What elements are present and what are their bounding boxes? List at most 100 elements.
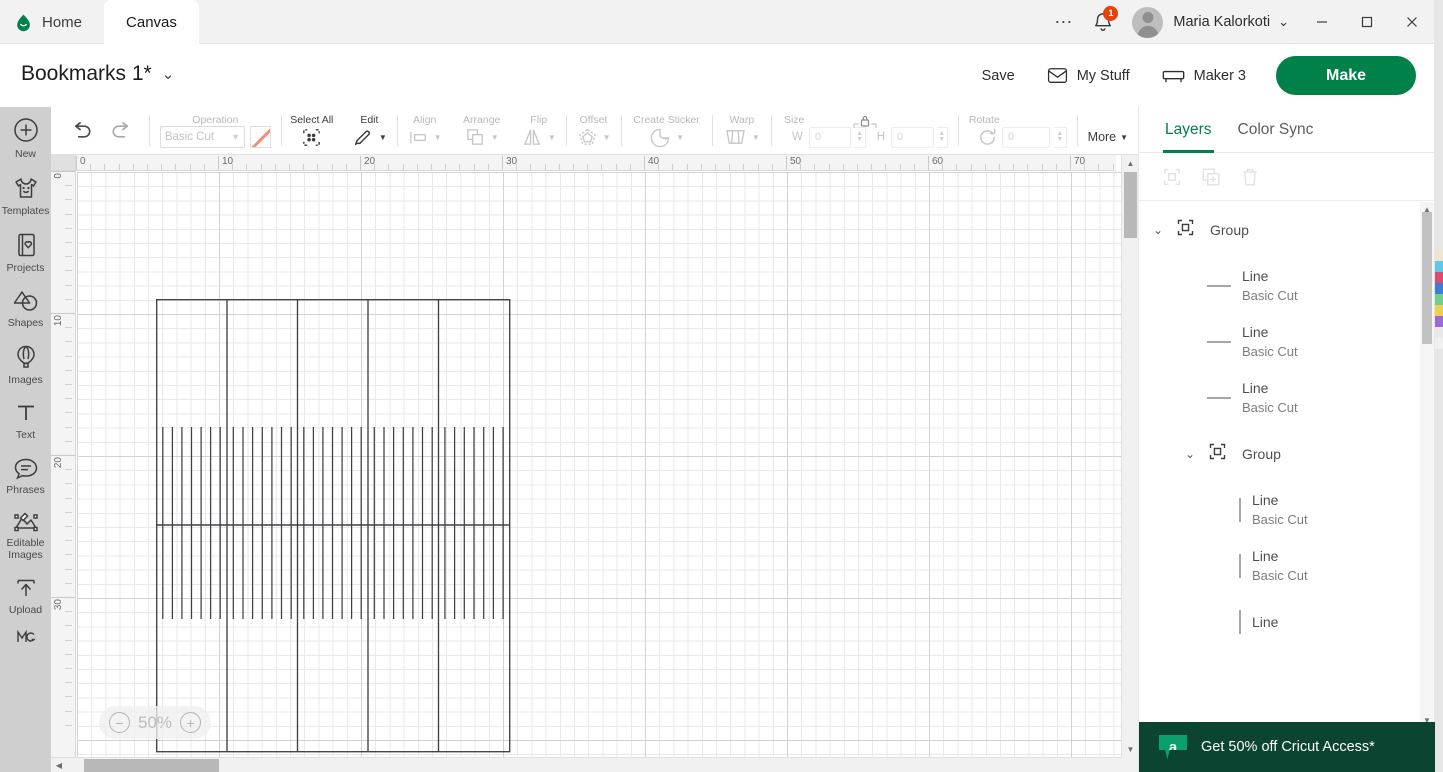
sidebar-item-phrases[interactable]: Phrases (0, 445, 51, 500)
chevron-down-icon[interactable]: ▼ (379, 133, 387, 142)
arrange-icon[interactable] (465, 127, 486, 147)
plus-circle-icon[interactable]: + (180, 712, 202, 733)
sidebar-item-upload[interactable]: Upload (0, 565, 51, 620)
redo-button[interactable] (101, 107, 139, 154)
chevron-down-icon[interactable]: ▼ (434, 133, 442, 142)
design-grid[interactable]: − 50% + (77, 172, 1170, 757)
vertical-scroll-thumb[interactable] (1124, 172, 1137, 238)
my-stuff-button[interactable]: My Stuff (1031, 67, 1146, 84)
ruler-tick (1013, 164, 1015, 170)
save-button[interactable]: Save (966, 68, 1031, 84)
tab-color-sync[interactable]: Color Sync (1238, 107, 1314, 153)
width-input[interactable]: 0 (808, 126, 852, 148)
cricut-access-promo[interactable]: a Get 50% off Cricut Access* (1139, 722, 1435, 772)
chevron-down-icon[interactable]: ⌄ (1278, 14, 1289, 30)
sidebar-item-new[interactable]: New (0, 107, 51, 164)
layer-operation-label: Basic Cut (1242, 400, 1298, 415)
more-button[interactable]: More ▼ (1088, 130, 1128, 144)
offset-icon[interactable] (577, 127, 598, 147)
chevron-down-icon[interactable]: ▼ (676, 133, 684, 142)
chevron-down-icon[interactable]: ▼ (491, 133, 499, 142)
cricut-design-space-window: Home Canvas ⋯ 1 Maria Kalorkoti ⌄ Bookma… (0, 0, 1443, 772)
height-input[interactable]: 0 (891, 126, 934, 148)
layer-row-line[interactable]: Line Basic Cut (1139, 538, 1435, 594)
align-icon[interactable] (408, 128, 429, 147)
tab-canvas[interactable]: Canvas (104, 0, 199, 44)
horizontal-line-swatch[interactable] (1207, 285, 1231, 287)
size-lock-button[interactable] (848, 111, 882, 138)
height-stepper[interactable]: ▲ ▼ (936, 126, 948, 148)
ruler-tick (65, 398, 72, 400)
layer-row-group[interactable]: ⌄ Group (1139, 202, 1435, 258)
ruler-tick (65, 696, 72, 698)
layer-row-line[interactable]: Line Basic Cut (1139, 258, 1435, 314)
minus-circle-icon[interactable]: − (109, 712, 130, 733)
rotate-input[interactable]: 0 (1001, 126, 1050, 148)
chevron-down-icon[interactable]: ▼ (752, 133, 760, 142)
chevron-down-icon[interactable]: ▼ (548, 133, 556, 142)
horizontal-scroll-thumb[interactable] (84, 759, 219, 772)
group-button[interactable] (1159, 164, 1185, 190)
vertical-line-swatch[interactable] (1239, 610, 1241, 634)
tab-home[interactable]: Home (0, 0, 104, 44)
rotate-stepper[interactable]: ▲ ▼ (1053, 126, 1067, 148)
layer-row-line[interactable]: Line (1139, 594, 1435, 650)
operation-color-swatch[interactable] (250, 126, 271, 148)
layer-row-line[interactable]: Line Basic Cut (1139, 370, 1435, 426)
sidebar-item-images[interactable]: Images (0, 333, 51, 390)
sidebar-item-projects[interactable]: Projects (0, 221, 51, 278)
window-close-button[interactable] (1389, 0, 1434, 44)
ruler-tick (65, 625, 72, 627)
canvas-vertical-scrollbar[interactable]: ▲ ▼ (1121, 155, 1138, 757)
chevron-down-icon[interactable]: ▼ (603, 133, 611, 142)
warp-icon[interactable] (724, 127, 747, 147)
vertical-line-swatch[interactable] (1239, 554, 1241, 578)
window-minimize-button[interactable] (1299, 0, 1344, 44)
horizontal-line-swatch[interactable] (1207, 341, 1231, 343)
scroll-left-arrow-icon[interactable]: ◀ (51, 758, 67, 772)
delete-button[interactable] (1237, 164, 1263, 190)
layers-scroll-thumb[interactable] (1422, 212, 1432, 344)
vertical-ruler[interactable]: 0 10 20 30 (51, 171, 76, 757)
rotate-icon[interactable] (977, 127, 998, 147)
chevron-down-icon[interactable]: ⌄ (162, 65, 175, 83)
sidebar-item-text[interactable]: Text (0, 390, 51, 445)
sidebar-item-shapes[interactable]: Shapes (0, 278, 51, 333)
machine-selector[interactable]: Maker 3 (1146, 68, 1262, 84)
bookmark-artwork[interactable] (156, 299, 516, 757)
flip-icon[interactable] (522, 127, 543, 147)
avatar[interactable] (1132, 6, 1164, 38)
tab-layers[interactable]: Layers (1163, 107, 1214, 153)
scroll-down-arrow-icon[interactable]: ▼ (1122, 741, 1139, 757)
horizontal-line-swatch[interactable] (1207, 397, 1231, 399)
horizontal-ruler[interactable]: 0 10 20 30 40 50 60 70 (76, 155, 1116, 171)
layer-row-line[interactable]: Line Basic Cut (1139, 482, 1435, 538)
layers-list[interactable]: ⌄ Group Line Basic Cut Line Basic Cut Line Basi… (1139, 202, 1435, 727)
sidebar-item-editable-images[interactable]: Editable Images (0, 500, 51, 565)
project-title[interactable]: Bookmarks 1* ⌄ (21, 62, 174, 86)
undo-button[interactable] (63, 107, 101, 154)
make-button[interactable]: Make (1276, 56, 1416, 95)
select-all-icon[interactable] (300, 126, 323, 149)
user-name-label[interactable]: Maria Kalorkoti (1173, 14, 1270, 30)
sticker-icon[interactable] (649, 127, 671, 148)
notifications-button[interactable]: 1 (1083, 0, 1123, 44)
scroll-up-arrow-icon[interactable]: ▲ (1122, 155, 1139, 171)
layer-row-group[interactable]: ⌄ Group (1139, 426, 1435, 482)
vertical-line-swatch[interactable] (1239, 498, 1241, 522)
more-horizontal-icon[interactable]: ⋯ (1045, 0, 1083, 44)
ruler-tick (729, 164, 731, 170)
edit-toolbar: Operation Basic Cut ▼ Select All Edit ▼ … (51, 107, 1138, 154)
layer-row-line[interactable]: Line Basic Cut (1139, 314, 1435, 370)
chevron-down-icon[interactable]: ⌄ (1185, 447, 1207, 461)
pencil-icon[interactable] (352, 126, 374, 148)
canvas-horizontal-scrollbar[interactable]: ◀ (51, 757, 1121, 772)
layers-list-scrollbar[interactable]: ▲ ▼ (1420, 202, 1434, 727)
sidebar-item-monogram[interactable] (0, 620, 51, 655)
chevron-down-icon[interactable]: ⌄ (1153, 223, 1175, 237)
sidebar-item-templates[interactable]: Templates (0, 164, 51, 221)
ruler-tick (65, 526, 72, 527)
window-maximize-button[interactable] (1344, 0, 1389, 44)
duplicate-button[interactable] (1198, 164, 1224, 190)
operation-select[interactable]: Basic Cut ▼ (159, 126, 246, 148)
